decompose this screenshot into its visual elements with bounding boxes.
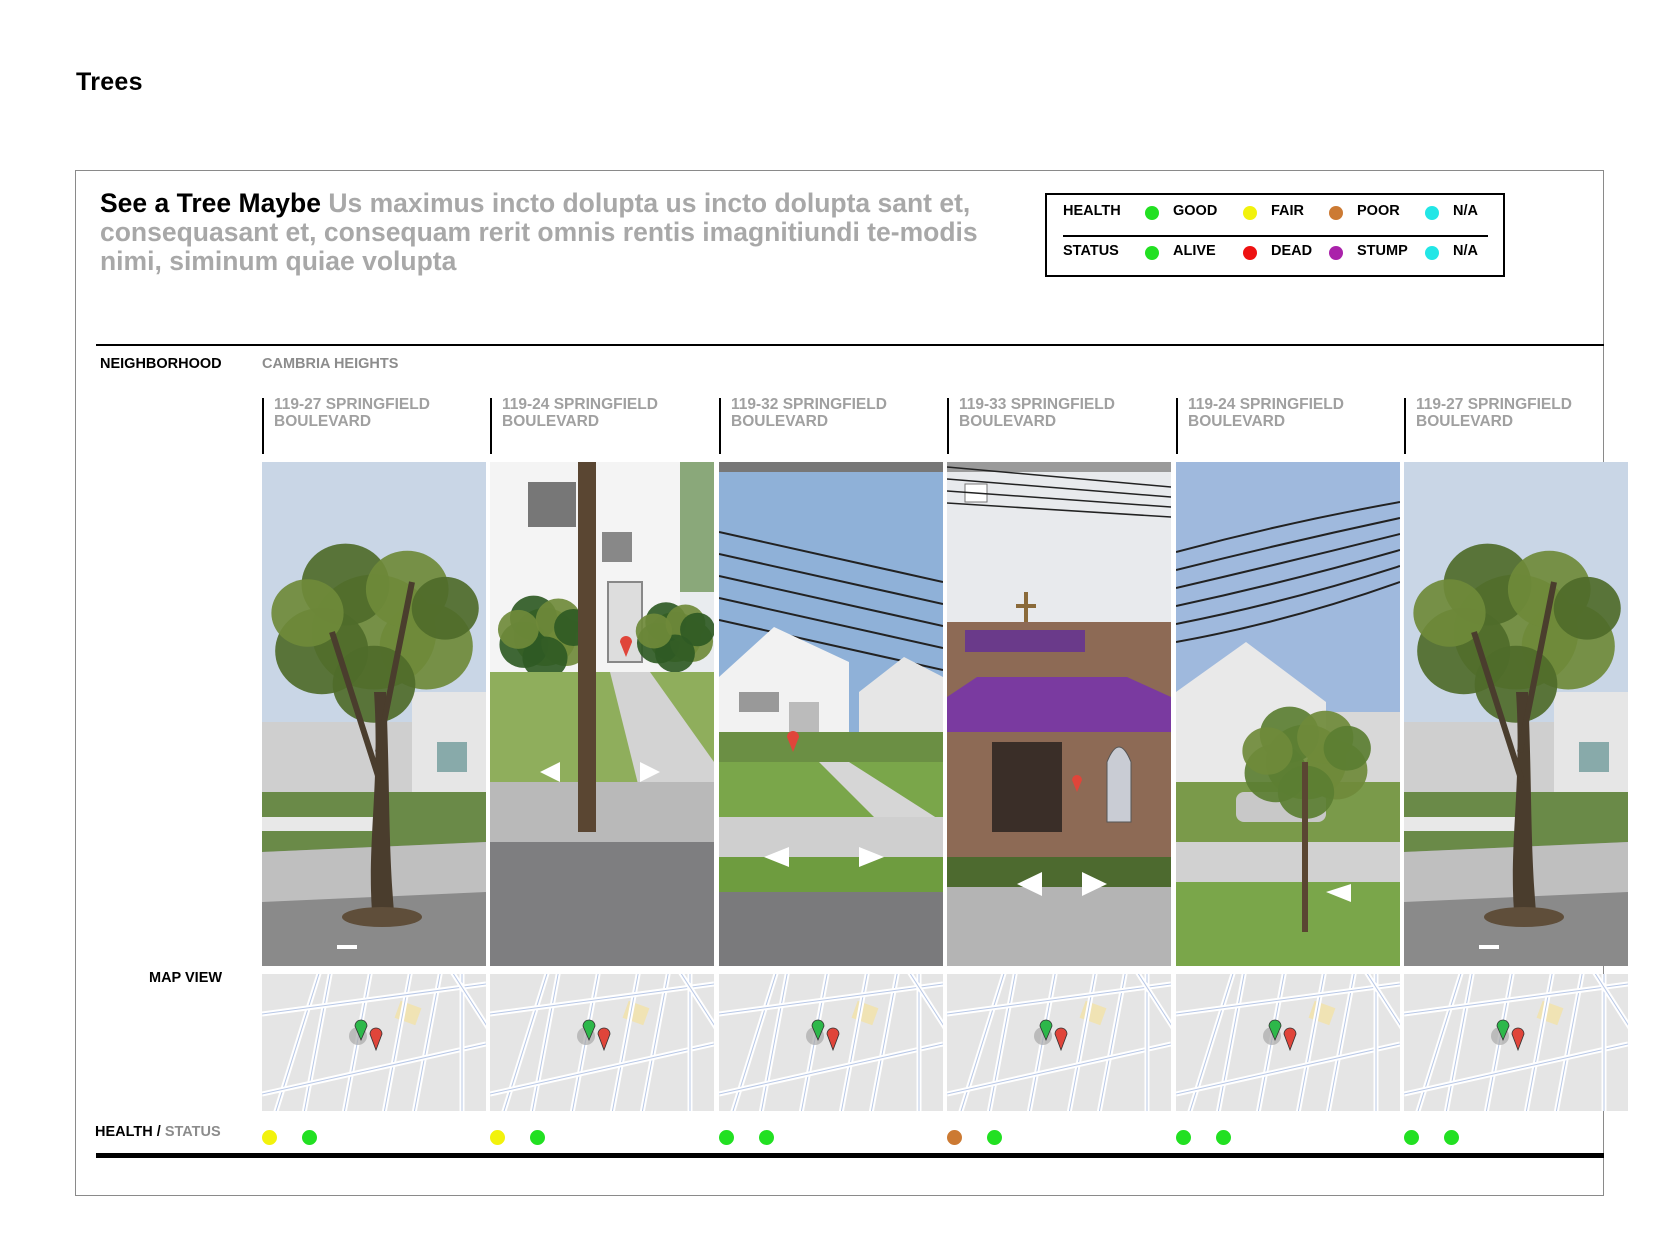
tree-column: 119-27 SPRINGFIELD BOULEVARD: [262, 396, 490, 1145]
legend-dot: [1329, 246, 1343, 260]
health-dot: [1176, 1130, 1191, 1145]
legend-item-label: DEAD: [1271, 243, 1313, 259]
health-dot: [1404, 1130, 1419, 1145]
tree-column: 119-32 SPRINGFIELD BOULEVARD: [719, 396, 947, 1145]
legend-item-label: FAIR: [1271, 203, 1305, 219]
tree-column: 119-24 SPRINGFIELD BOULEVARD: [1176, 396, 1404, 1145]
neighborhood-label: NEIGHBORHOOD: [100, 356, 222, 372]
tree-column: 119-27 SPRINGFIELD BOULEVARD: [1404, 396, 1632, 1145]
map-image: [719, 974, 943, 1111]
health-status-dots: [490, 1130, 714, 1150]
street-view-photo[interactable]: [1404, 462, 1628, 966]
tree-column: 119-33 SPRINGFIELD BOULEVARD: [947, 396, 1175, 1145]
street-view-photo[interactable]: [262, 462, 486, 966]
status-label: STATUS: [164, 1124, 221, 1140]
street-view-image: [1176, 462, 1400, 966]
street-view-image: [719, 462, 943, 966]
street-view-image: [490, 462, 714, 966]
status-dot: [987, 1130, 1002, 1145]
map-image: [490, 974, 714, 1111]
health-dot: [262, 1130, 277, 1145]
legend-dot: [1425, 206, 1439, 220]
legend-item-label: N/A: [1453, 203, 1478, 219]
legend-divider: [1063, 235, 1488, 237]
street-view-photo[interactable]: [490, 462, 714, 966]
legend-dot: [1145, 246, 1159, 260]
address-marker: [1176, 398, 1178, 454]
intro-text: See a Tree Maybe Us maximus incto dolupt…: [100, 189, 1000, 276]
legend-dot: [1145, 206, 1159, 220]
map-view-label: MAP VIEW: [149, 970, 223, 986]
legend-status-label: STATUS: [1063, 243, 1119, 259]
map-image: [947, 974, 1171, 1111]
legend-item-label: ALIVE: [1173, 243, 1216, 259]
tree-address: 119-32 SPRINGFIELD BOULEVARD: [731, 396, 887, 430]
label-separator: /: [156, 1124, 161, 1140]
health-label: HEALTH: [95, 1124, 153, 1140]
tree-address: 119-33 SPRINGFIELD BOULEVARD: [959, 396, 1115, 430]
status-dot: [1216, 1130, 1231, 1145]
map-thumbnail[interactable]: [1404, 974, 1628, 1111]
map-image: [1176, 974, 1400, 1111]
address-marker: [490, 398, 492, 454]
legend: HEALTH GOOD FAIR POOR N/A STATUS ALIVE D…: [1045, 193, 1505, 277]
address-marker: [262, 398, 264, 454]
legend-health-row: HEALTH GOOD FAIR POOR N/A: [1047, 203, 1503, 223]
street-view-photo[interactable]: [947, 462, 1171, 966]
neighborhood-value: CAMBRIA HEIGHTS: [262, 356, 399, 372]
map-thumbnail[interactable]: [947, 974, 1171, 1111]
legend-item-label: N/A: [1453, 243, 1478, 259]
address-marker: [719, 398, 721, 454]
street-view-image: [947, 462, 1171, 966]
legend-dot: [1243, 246, 1257, 260]
street-view-image: [1404, 462, 1628, 966]
street-view-image: [262, 462, 486, 966]
health-dot: [947, 1130, 962, 1145]
address-marker: [1404, 398, 1406, 454]
health-status-dots: [719, 1130, 943, 1150]
legend-dot: [1329, 206, 1343, 220]
status-dot: [530, 1130, 545, 1145]
bottom-rule: [96, 1153, 1604, 1158]
street-view-photo[interactable]: [719, 462, 943, 966]
map-thumbnail[interactable]: [719, 974, 943, 1111]
health-status-dots: [947, 1130, 1171, 1150]
legend-item-label: GOOD: [1173, 203, 1218, 219]
page-title: Trees: [76, 68, 143, 96]
legend-dot: [1425, 246, 1439, 260]
legend-dot: [1243, 206, 1257, 220]
status-dot: [759, 1130, 774, 1145]
legend-item-label: STUMP: [1357, 243, 1408, 259]
health-dot: [719, 1130, 734, 1145]
street-view-photo[interactable]: [1176, 462, 1400, 966]
tree-column: 119-24 SPRINGFIELD BOULEVARD: [490, 396, 718, 1145]
map-thumbnail[interactable]: [1176, 974, 1400, 1111]
map-image: [262, 974, 486, 1111]
address-marker: [947, 398, 949, 454]
map-thumbnail[interactable]: [262, 974, 486, 1111]
section-rule: [96, 344, 1604, 346]
legend-health-label: HEALTH: [1063, 203, 1121, 219]
status-dot: [1444, 1130, 1459, 1145]
intro-heading: See a Tree Maybe: [100, 188, 321, 218]
tree-address: 119-24 SPRINGFIELD BOULEVARD: [502, 396, 658, 430]
tree-address: 119-24 SPRINGFIELD BOULEVARD: [1188, 396, 1344, 430]
health-status-label: HEALTH / STATUS: [95, 1124, 221, 1140]
tree-address: 119-27 SPRINGFIELD BOULEVARD: [274, 396, 430, 430]
tree-address: 119-27 SPRINGFIELD BOULEVARD: [1416, 396, 1572, 430]
health-dot: [490, 1130, 505, 1145]
health-status-dots: [262, 1130, 486, 1150]
map-thumbnail[interactable]: [490, 974, 714, 1111]
status-dot: [302, 1130, 317, 1145]
health-status-dots: [1176, 1130, 1400, 1150]
map-image: [1404, 974, 1628, 1111]
legend-status-row: STATUS ALIVE DEAD STUMP N/A: [1047, 243, 1503, 263]
health-status-dots: [1404, 1130, 1628, 1150]
legend-item-label: POOR: [1357, 203, 1400, 219]
